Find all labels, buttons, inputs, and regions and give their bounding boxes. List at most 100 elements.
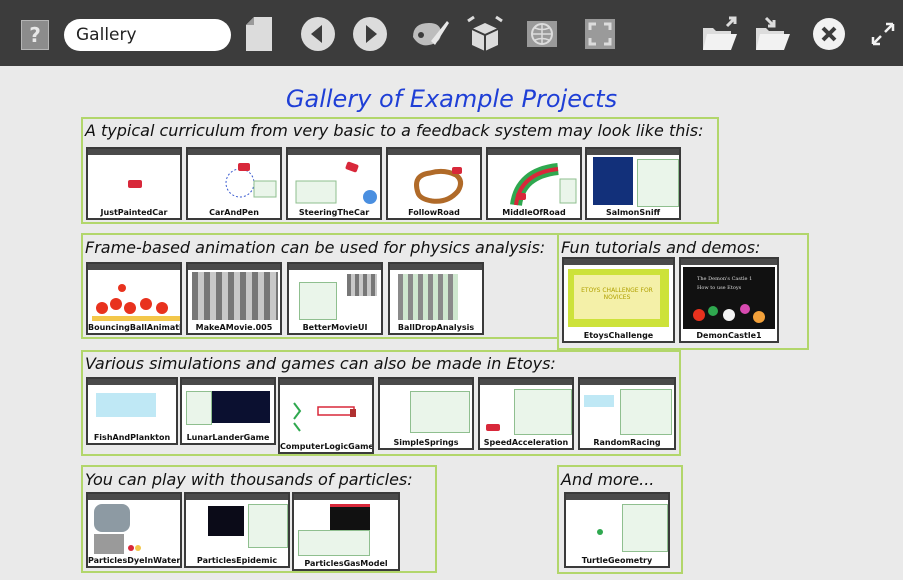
- script-panel: [298, 530, 370, 556]
- project-thumbnail-fishandplankton[interactable]: FishAndPlankton: [86, 377, 178, 445]
- project-thumbnail-particlesgasmodel[interactable]: ParticlesGasModel: [292, 492, 400, 571]
- previous-page-button[interactable]: [298, 14, 338, 54]
- film-frames: [347, 274, 377, 296]
- simulations-group-title: Various simulations and games can also b…: [85, 354, 556, 373]
- supplies-button[interactable]: [465, 14, 505, 54]
- project-name: BouncingBallAnimation: [88, 323, 182, 332]
- project-thumbnail-demoncastle1[interactable]: The Demon's Castle 1 How to use Etoys De…: [679, 257, 779, 343]
- help-button[interactable]: ?: [21, 20, 49, 50]
- quit-button[interactable]: [811, 14, 847, 54]
- previous-icon: [301, 17, 335, 51]
- car-icon: [128, 180, 142, 188]
- project-name: DemonCastle1: [696, 331, 762, 340]
- bouncing-balls-drawing: [92, 284, 180, 321]
- pen-trail-drawing: [225, 163, 277, 198]
- space-scene: [212, 391, 270, 423]
- challenge-card: ETOYS CHALLENGE FOR NOVICES: [568, 269, 669, 327]
- language-button[interactable]: [522, 14, 562, 54]
- project-name: EtoysChallenge: [583, 331, 654, 340]
- project-title-field[interactable]: Gallery: [64, 19, 231, 51]
- project-name: LunarLanderGame: [186, 433, 270, 442]
- project-thumbnail-middleofroad[interactable]: MiddleOfRoad: [486, 147, 582, 220]
- project-thumbnail-bettermovieui[interactable]: BetterMovieUI: [287, 262, 383, 335]
- project-name: TurtleGeometry: [581, 556, 653, 565]
- close-icon: [813, 18, 845, 50]
- castle-scene: The Demon's Castle 1 How to use Etoys: [683, 267, 775, 329]
- challenge-title: ETOYS CHALLENGE FOR NOVICES: [574, 275, 660, 319]
- project-thumbnail-simplesprings[interactable]: SimpleSprings: [378, 377, 474, 450]
- project-thumbnail-randomracing[interactable]: RandomRacing: [578, 377, 676, 450]
- project-name: RandomRacing: [593, 438, 661, 447]
- logic-circuit-drawing: [293, 402, 356, 432]
- project-name: BetterMovieUI: [302, 323, 368, 332]
- analysis-frames: [398, 274, 458, 320]
- project-thumbnail-bouncingballanimation[interactable]: BouncingBallAnimation: [86, 262, 182, 335]
- curriculum-group-title: A typical curriculum from very basic to …: [85, 121, 704, 140]
- turtle-dot: [597, 529, 603, 535]
- script-panel: [622, 504, 668, 552]
- car-icon: [486, 424, 500, 431]
- project-thumbnail-particlesepidemic[interactable]: ParticlesEpidemic: [184, 492, 290, 568]
- script-panel: [248, 504, 288, 548]
- project-thumbnail-particlesdyeinwater[interactable]: ParticlesDyeInWater: [86, 492, 182, 568]
- epidemic-field: [208, 506, 244, 536]
- particle-field: [94, 534, 124, 554]
- project-name: SpeedAcceleration: [483, 438, 569, 447]
- fullscreen-toggle-button[interactable]: [582, 14, 618, 54]
- new-page-icon: [246, 17, 272, 51]
- film-frames: [192, 272, 278, 320]
- supplies-box-icon: [467, 15, 503, 51]
- ocean-gradient: [593, 157, 633, 205]
- animation-group-title: Frame-based animation can be used for ph…: [85, 238, 546, 257]
- gas-container: [330, 504, 370, 531]
- save-project-button[interactable]: [753, 14, 793, 54]
- project-thumbnail-justpaintedcar[interactable]: JustPaintedCar: [86, 147, 182, 220]
- dye-beaker: [94, 504, 130, 532]
- paint-button[interactable]: [408, 14, 450, 54]
- demon-title: The Demon's Castle 1 How to use Etoys: [697, 276, 753, 291]
- project-thumbnail-lunarlandergame[interactable]: LunarLanderGame: [180, 377, 276, 445]
- expand-arrows-icon: [871, 22, 895, 46]
- dye-dots: [128, 545, 141, 551]
- track-area: [584, 395, 614, 407]
- script-panel: [620, 389, 672, 435]
- project-name: ParticlesEpidemic: [196, 556, 278, 565]
- project-thumbnail-computerlogicgame[interactable]: ComputerLogicGame: [278, 377, 374, 454]
- project-thumbnail-speedacceleration[interactable]: SpeedAcceleration: [478, 377, 574, 450]
- project-thumbnail-makeamovie[interactable]: MakeAMovie.005: [186, 262, 282, 335]
- script-panel: [186, 391, 212, 425]
- particles-group-title: You can play with thousands of particles…: [85, 470, 413, 489]
- expand-button[interactable]: [868, 14, 898, 54]
- globe-icon: [527, 21, 557, 47]
- project-thumbnail-balldropanalysis[interactable]: BallDropAnalysis: [388, 262, 484, 335]
- project-name: FishAndPlankton: [93, 433, 171, 442]
- steering-drawing: [295, 161, 377, 204]
- script-panel: [299, 282, 337, 320]
- script-panel: [410, 391, 470, 433]
- project-name: MakeAMovie.005: [195, 323, 273, 332]
- road-drawing: [414, 167, 464, 204]
- project-thumbnail-steeringthecar[interactable]: SteeringTheCar: [286, 147, 382, 220]
- project-thumbnail-turtlegeometry[interactable]: TurtleGeometry: [564, 492, 670, 568]
- project-thumbnail-salmonsniff[interactable]: SalmonSniff: [585, 147, 681, 220]
- project-name: BallDropAnalysis: [397, 323, 475, 332]
- project-name: JustPaintedCar: [100, 208, 168, 217]
- script-panel: [514, 389, 572, 435]
- project-thumbnail-followroad[interactable]: FollowRoad: [386, 147, 482, 220]
- toolbar: ? Gallery: [0, 0, 903, 66]
- full-screen-icon: [585, 19, 615, 49]
- page-heading: Gallery of Example Projects: [285, 85, 618, 113]
- new-page-button[interactable]: [244, 14, 274, 54]
- project-name: SteeringTheCar: [298, 208, 370, 217]
- project-thumbnail-etoyschallenge[interactable]: ETOYS CHALLENGE FOR NOVICES EtoysChallen…: [562, 257, 675, 343]
- project-name: SimpleSprings: [393, 438, 459, 447]
- next-icon: [353, 17, 387, 51]
- project-name: ParticlesDyeInWater: [88, 556, 181, 565]
- open-project-button[interactable]: [700, 14, 740, 54]
- next-page-button[interactable]: [350, 14, 390, 54]
- road-lanes-drawing: [510, 163, 577, 207]
- demon-sprites: [693, 304, 765, 323]
- paint-brush-icon: [413, 21, 449, 46]
- project-thumbnail-carandpen[interactable]: CarAndPen: [186, 147, 282, 220]
- project-name: SalmonSniff: [605, 208, 661, 217]
